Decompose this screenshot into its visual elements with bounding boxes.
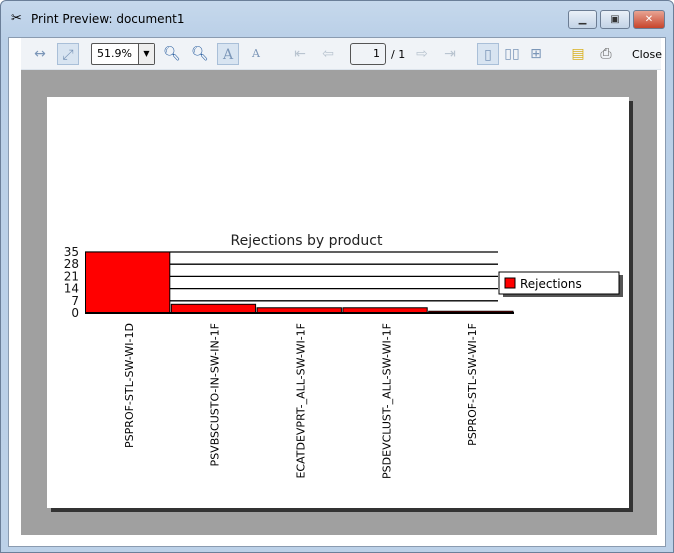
large-text-icon[interactable]: A	[217, 43, 239, 65]
page-setup-icon[interactable]: ▤	[567, 43, 589, 65]
x-tick-label: PSPROF-STL-SW-WI-1D	[123, 323, 136, 448]
zoom-value: 51.9%	[97, 47, 132, 60]
last-page-icon[interactable]: ⇥	[439, 43, 461, 65]
zoom-out-icon[interactable]: 🔍︎	[161, 43, 183, 65]
chevron-down-icon[interactable]: ▼	[138, 44, 154, 64]
minimize-button[interactable]: ▁	[568, 10, 597, 29]
print-preview-icon: ✂	[11, 11, 22, 26]
two-pages-icon[interactable]: ▯▯	[501, 43, 523, 65]
y-tick-label: 0	[71, 306, 79, 320]
y-tick-label: 21	[64, 269, 79, 283]
client-area: ↔ ⤢ 51.9% ▼ 🔍︎ 🔍︎ A A ⇤ ⇦ 1 / 1 ⇨ ⇥ ▯ ▯▯ …	[8, 37, 666, 547]
maximize-button[interactable]: ▣	[600, 10, 630, 29]
previous-page-icon[interactable]: ⇦	[317, 43, 339, 65]
small-text-icon[interactable]: A	[245, 43, 267, 65]
close-button[interactable]: Close	[632, 48, 662, 61]
bar	[85, 251, 171, 314]
chart-title: Rejections by product	[231, 233, 383, 249]
four-pages-icon[interactable]: ⊞	[525, 43, 547, 65]
preview-area: Rejections by product 0 7 14 21 28 35 PSPROF-ST…	[21, 70, 657, 535]
y-tick-label: 7	[71, 294, 79, 308]
fit-width-icon[interactable]: ↔	[29, 43, 51, 65]
fit-page-icon[interactable]: ⤢	[57, 43, 79, 65]
y-tick-label: 14	[64, 282, 79, 296]
legend-label: Rejections	[520, 277, 582, 291]
x-tick-label: PSPROF-STL-SW-WI-1F	[466, 323, 479, 446]
one-page-icon[interactable]: ▯	[477, 43, 499, 65]
bar	[170, 303, 257, 314]
x-tick-label: PSDEVCLUST-_ALL-SW-WI-1F	[380, 323, 393, 479]
toolbar: ↔ ⤢ 51.9% ▼ 🔍︎ 🔍︎ A A ⇤ ⇦ 1 / 1 ⇨ ⇥ ▯ ▯▯ …	[21, 38, 662, 70]
preview-page: Rejections by product 0 7 14 21 28 35 PSPROF-ST…	[47, 97, 629, 508]
page-number-input[interactable]: 1	[350, 43, 386, 65]
first-page-icon[interactable]: ⇤	[289, 43, 311, 65]
window-title: Print Preview: document1	[31, 12, 185, 26]
next-page-icon[interactable]: ⇨	[411, 43, 433, 65]
zoom-select[interactable]: 51.9% ▼	[91, 43, 155, 65]
y-tick-label: 35	[64, 245, 79, 259]
print-icon[interactable]: ⎙	[595, 43, 617, 65]
print-preview-window: ✂ Print Preview: document1 ▁ ▣ ✕ ↔ ⤢ 51.…	[0, 0, 674, 553]
legend-swatch	[504, 277, 516, 289]
close-window-button[interactable]: ✕	[633, 10, 665, 29]
x-tick-label: ECATDEVPRT-_ALL-SW-WI-1F	[295, 323, 308, 479]
x-tick-label: PSVBSCUSTO-IN-SW-IN-1F	[209, 323, 222, 466]
bar-chart: Rejections by product 0714212835 PSPROF-ST…	[64, 233, 623, 479]
zoom-in-icon[interactable]: 🔍︎	[189, 43, 211, 65]
y-tick-label: 28	[64, 257, 79, 271]
page-total: / 1	[391, 48, 406, 61]
